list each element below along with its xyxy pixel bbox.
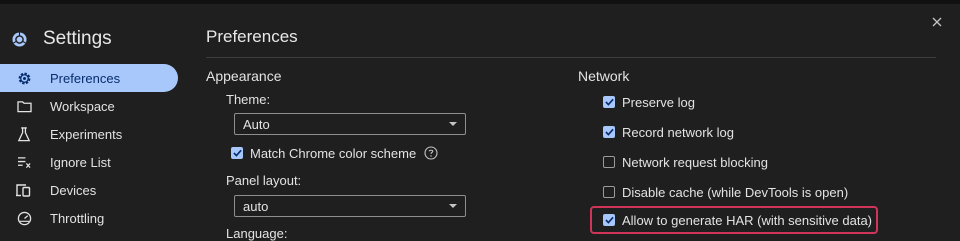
gear-icon (16, 70, 32, 86)
preserve-log-checkbox[interactable]: Preserve log (603, 93, 695, 111)
sidebar-item-label: Preferences (50, 70, 121, 86)
sidebar-item-label: Workspace (50, 98, 115, 114)
network-request-blocking-checkbox[interactable]: Network request blocking (603, 153, 768, 171)
option-label: Record network log (622, 124, 734, 140)
folder-icon (16, 98, 32, 114)
language-label: Language: (226, 226, 288, 241)
panel-layout-label: Panel layout: (226, 173, 302, 188)
match-chrome-color-scheme-checkbox[interactable]: Match Chrome color scheme (231, 144, 438, 162)
header-divider (206, 57, 936, 58)
theme-label: Theme: (226, 92, 271, 107)
checkbox-unchecked[interactable] (603, 186, 615, 198)
panel-layout-select-value: auto (243, 198, 269, 214)
sidebar-item-devices[interactable]: Devices (0, 176, 178, 204)
highlight-annotation (590, 206, 878, 234)
checkbox-checked[interactable] (231, 147, 243, 159)
theme-select-value: Auto (243, 116, 270, 132)
record-network-log-checkbox[interactable]: Record network log (603, 123, 734, 141)
appearance-section-title: Appearance (206, 68, 282, 84)
close-icon (932, 14, 942, 32)
sidebar-item-experiments[interactable]: Experiments (0, 120, 178, 148)
chrome-logo-icon (12, 31, 27, 47)
match-chrome-label: Match Chrome color scheme (250, 145, 417, 161)
option-label: Disable cache (while DevTools is open) (622, 184, 849, 200)
help-icon[interactable] (424, 146, 438, 160)
sidebar-item-ignore-list[interactable]: Ignore List (0, 148, 178, 176)
option-label: Network request blocking (622, 154, 768, 170)
sidebar-header: Settings (12, 26, 112, 52)
checkbox-checked[interactable] (603, 126, 615, 138)
sidebar-item-label: Devices (50, 182, 97, 198)
settings-sidebar: Settings Preferences Workspace Experimen… (0, 4, 186, 240)
flask-icon (16, 126, 32, 142)
sidebar-item-throttling[interactable]: Throttling (0, 204, 178, 232)
sidebar-title: Settings (43, 28, 112, 49)
chevron-down-icon (449, 204, 457, 208)
speedometer-icon (16, 210, 32, 226)
close-button[interactable] (930, 16, 944, 30)
option-label: Preserve log (622, 94, 695, 110)
sidebar-item-label: Ignore List (50, 154, 111, 170)
sidebar-item-label: Throttling (50, 210, 105, 226)
chevron-down-icon (449, 122, 457, 126)
disable-cache-checkbox[interactable]: Disable cache (while DevTools is open) (603, 183, 848, 201)
theme-select[interactable]: Auto (234, 113, 466, 135)
sidebar-item-label: Experiments (50, 126, 123, 142)
page-title: Preferences (206, 27, 298, 46)
sidebar-item-workspace[interactable]: Workspace (0, 92, 178, 120)
checkbox-checked[interactable] (603, 96, 615, 108)
sidebar-item-preferences[interactable]: Preferences (0, 64, 178, 92)
panel-layout-select[interactable]: auto (234, 195, 466, 217)
devices-icon (16, 182, 32, 198)
ignore-list-icon (16, 154, 32, 170)
checkbox-unchecked[interactable] (603, 156, 615, 168)
network-section-title: Network (578, 68, 630, 84)
